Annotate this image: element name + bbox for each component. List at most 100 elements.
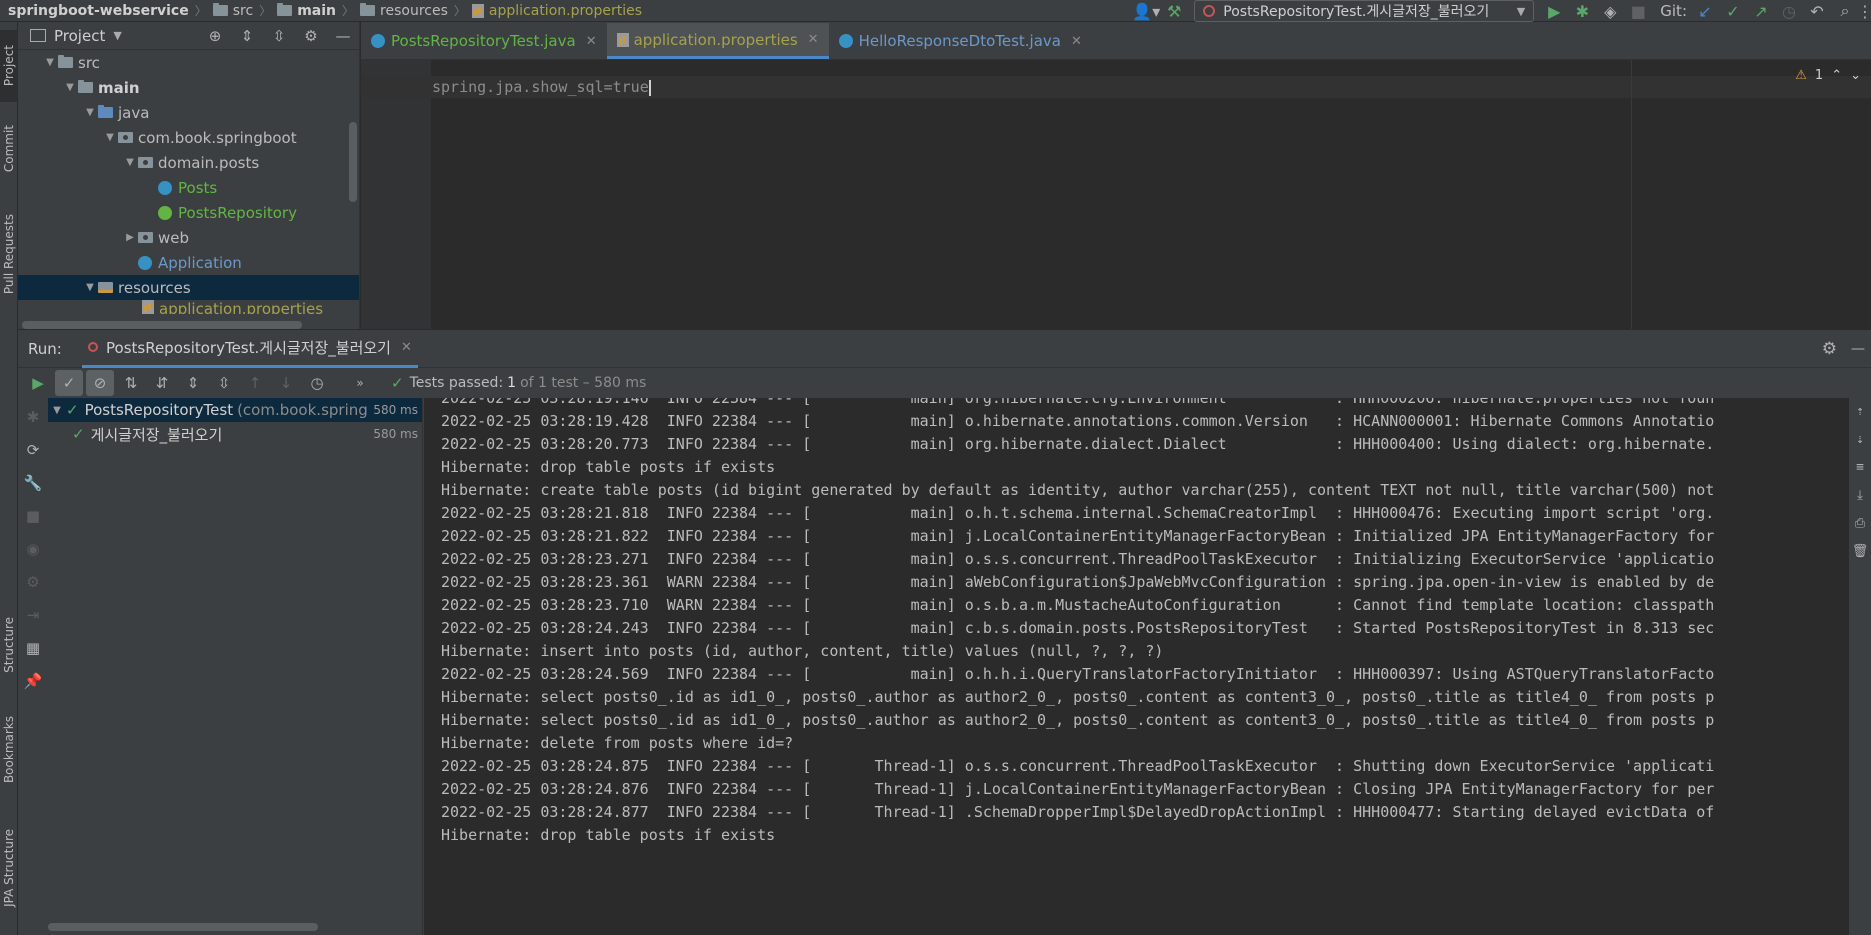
breadcrumb-src[interactable]: src [209, 0, 257, 22]
tree-item-main[interactable]: ▼ main [18, 75, 359, 100]
code-area[interactable]: spring.jpa.show_sql=true [432, 78, 651, 96]
camera-icon[interactable]: ◉ [18, 532, 48, 565]
gear-icon[interactable]: ⚙ [1822, 339, 1851, 359]
editor-tab-hello-response-dto-test[interactable]: HelloResponseDtoTest.java ✕ [829, 23, 1092, 59]
horizontal-scrollbar[interactable] [48, 923, 318, 931]
breadcrumb-main[interactable]: main [273, 0, 340, 22]
tree-item-application[interactable]: Application [18, 250, 359, 275]
chevron-up-icon[interactable]: ⌃ [1831, 68, 1842, 83]
more-icon[interactable]: ⋮ [1857, 0, 1871, 22]
stop-icon[interactable]: ■ [1624, 0, 1652, 22]
tree-item-java[interactable]: ▼ java [18, 100, 359, 125]
chevron-down-icon[interactable]: ▼ [48, 405, 66, 416]
scroll-up-icon[interactable]: ⇡ [1849, 404, 1871, 432]
breadcrumb-resources[interactable]: resources [356, 0, 452, 22]
wrench-icon[interactable]: 🔧 [18, 466, 48, 499]
undo-icon[interactable]: ↶ [1803, 0, 1831, 22]
scroll-to-end-icon[interactable]: ⤓ [1849, 488, 1871, 516]
expand-all-icon[interactable]: ⇕ [231, 27, 263, 45]
tree-item-web[interactable]: ▶ web [18, 225, 359, 250]
tree-item-posts[interactable]: Posts [18, 175, 359, 200]
tree-item-app-props[interactable]: application.properties [18, 300, 359, 314]
scroll-down-icon[interactable]: ⇣ [1849, 432, 1871, 460]
gear-icon[interactable]: ⚙ [18, 565, 48, 598]
sort-alpha-icon[interactable]: ⇅ [117, 370, 145, 396]
console-output[interactable]: 2022-02-25 03:28:19.146 INFO 22384 --- [… [424, 398, 1871, 935]
arrow-up-right-icon[interactable]: ↗ [1747, 0, 1775, 22]
close-icon[interactable]: ✕ [586, 34, 597, 49]
show-ignored-icon[interactable]: ⊘ [86, 370, 114, 396]
history-icon[interactable]: ◷ [303, 370, 331, 396]
layout-icon[interactable]: ▦ [18, 631, 48, 664]
vertical-scrollbar[interactable] [349, 122, 357, 202]
more-icon[interactable]: » [346, 370, 374, 396]
project-panel-title[interactable]: Project [54, 27, 105, 45]
minimize-icon[interactable]: — [1851, 341, 1871, 357]
rerun-icon[interactable]: ▶ [24, 370, 52, 396]
tool-tab-commit[interactable]: Commit [0, 114, 18, 184]
debug-icon[interactable]: ✱ [18, 400, 48, 433]
crosshair-icon[interactable]: ⊕ [199, 27, 231, 45]
sort-duration-icon[interactable]: ⇵ [148, 370, 176, 396]
chevron-down-icon[interactable]: ▼ [62, 82, 78, 93]
chevron-down-icon[interactable]: ▼ [113, 29, 121, 42]
chevron-down-icon[interactable]: ▼ [42, 57, 58, 68]
chevron-down-icon[interactable]: ▼ [122, 157, 138, 168]
check-icon[interactable]: ✓ [1719, 0, 1747, 22]
clock-icon[interactable]: ◷ [1775, 0, 1803, 22]
expand-all-icon[interactable]: ⇕ [179, 370, 207, 396]
arrow-down-icon[interactable]: ↓ [272, 370, 300, 396]
exit-icon[interactable]: ⇥ [18, 598, 48, 631]
toggle-auto-test-icon[interactable]: ⟳ [18, 433, 48, 466]
close-icon[interactable]: ✕ [1071, 34, 1082, 49]
tree-item-resources[interactable]: ▼ resources [18, 275, 359, 300]
breadcrumb-file[interactable]: application.properties [468, 0, 646, 22]
hammer-icon[interactable]: ⚒ [1160, 0, 1188, 22]
tree-item-package[interactable]: ▼ com.book.springboot [18, 125, 359, 150]
chevron-right-icon[interactable]: ▶ [122, 232, 138, 243]
tool-tab-pull-requests[interactable]: Pull Requests [0, 198, 18, 310]
stop-icon[interactable]: ■ [18, 499, 48, 532]
run-tab[interactable]: PostsRepositoryTest.게시글저장_불러오기 ✕ [82, 330, 418, 368]
collapse-all-icon[interactable]: ⇳ [263, 27, 295, 45]
editor-tab-application-properties[interactable]: application.properties ✕ [606, 23, 829, 59]
tool-tab-structure[interactable]: Structure [0, 600, 18, 690]
soft-wrap-icon[interactable]: ≡ [1849, 460, 1871, 488]
collapse-all-icon[interactable]: ⇳ [210, 370, 238, 396]
code-line-1[interactable]: spring.jpa.show_sql=true [432, 78, 649, 96]
horizontal-scrollbar[interactable] [22, 321, 302, 329]
show-passed-icon[interactable]: ✓ [55, 370, 83, 396]
tool-tab-bookmarks[interactable]: Bookmarks [0, 698, 18, 802]
chevron-down-icon[interactable]: ▼ [82, 107, 98, 118]
trash-icon[interactable]: 🗑 [1849, 544, 1871, 572]
search-icon[interactable]: ⌕ [1831, 0, 1859, 22]
run-configuration-select[interactable]: PostsRepositoryTest.게시글저장_불러오기 ▼ [1194, 0, 1535, 22]
arrow-up-icon[interactable]: ↑ [241, 370, 269, 396]
close-icon[interactable]: ✕ [401, 340, 412, 355]
tree-item-domain-posts[interactable]: ▼ domain.posts [18, 150, 359, 175]
chevron-down-icon[interactable]: ▼ [102, 132, 118, 143]
arrow-down-left-icon[interactable]: ↙ [1691, 0, 1719, 22]
chevron-down-icon[interactable]: ▼ [82, 282, 98, 293]
close-icon[interactable]: ✕ [808, 32, 819, 47]
tool-tab-jpa-structure[interactable]: JPA Structure [0, 812, 18, 924]
print-icon[interactable]: ⎙ [1849, 516, 1871, 544]
gear-icon[interactable]: ⚙ [295, 27, 327, 45]
chevron-down-icon[interactable]: ⌄ [1850, 68, 1861, 83]
tool-tab-project[interactable]: Project [0, 30, 18, 102]
bug-icon[interactable]: ✱ [1568, 0, 1596, 22]
tree-item-src[interactable]: ▼ src [18, 50, 359, 75]
tree-item-posts-repository[interactable]: PostsRepository [18, 200, 359, 225]
play-icon[interactable]: ▶ [1540, 0, 1568, 22]
user-icon[interactable]: 👤▾ [1132, 0, 1160, 22]
test-case-row[interactable]: ✓ 게시글저장_불러오기 580 ms [48, 422, 422, 446]
chevron-right-icon: 〉 [194, 4, 207, 18]
editor-tab-posts-repository-test[interactable]: PostsRepositoryTest.java ✕ [361, 23, 607, 59]
breadcrumb-project[interactable]: springboot-webservice [0, 0, 193, 22]
test-suite-row[interactable]: ▼ ✓ PostsRepositoryTest (com.book.spring… [48, 398, 422, 422]
minimize-icon[interactable]: — [327, 27, 359, 45]
inspection-widget[interactable]: ⚠ 1 ⌃ ⌄ [1795, 68, 1861, 83]
pin-icon[interactable]: 📌 [18, 664, 48, 697]
test-suite-time: 580 ms [369, 403, 418, 417]
shield-icon[interactable]: ◈ [1596, 0, 1624, 22]
